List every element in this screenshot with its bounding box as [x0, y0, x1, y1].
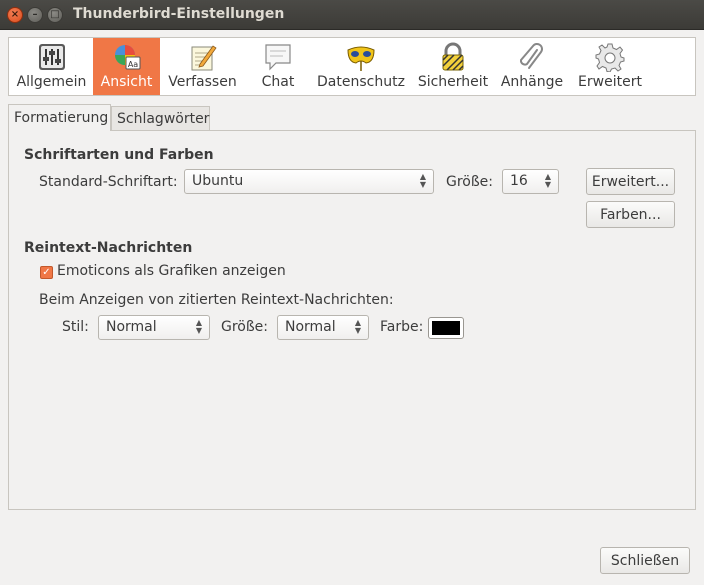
advanced-fonts-button[interactable]: Erweitert...	[586, 168, 675, 195]
mask-icon	[347, 46, 375, 71]
plaintext-heading: Reintext-Nachrichten	[24, 240, 193, 256]
formatting-panel: Schriftarten und Farben Standard-Schrift…	[8, 130, 696, 510]
spin-arrows-icon: ▲ ▼	[195, 318, 203, 335]
default-font-value: Ubuntu	[192, 173, 244, 189]
minimize-icon: –	[32, 9, 38, 20]
pane-label: Allgemein	[16, 74, 87, 90]
pane-verfassen[interactable]: Verfassen	[160, 38, 245, 95]
pane-sicherheit[interactable]: Sicherheit	[411, 38, 495, 95]
pane-label: Erweitert	[578, 74, 642, 90]
sliders-icon	[38, 44, 65, 70]
gear-icon	[595, 43, 625, 72]
close-button[interactable]: Schließen	[600, 547, 690, 574]
pane-chat[interactable]: Chat	[245, 38, 311, 95]
pane-label: Verfassen	[168, 74, 237, 90]
preferences-toolbar: Allgemein Aa Ansicht Verfassen Chat Date…	[8, 37, 696, 96]
pane-label: Ansicht	[100, 74, 153, 90]
tab-formatierung[interactable]: Formatierung	[8, 104, 111, 131]
spin-arrows-icon: ▲ ▼	[354, 318, 362, 335]
quote-size-label: Größe:	[221, 319, 269, 335]
emoticons-label: Emoticons als Grafiken anzeigen	[57, 263, 286, 279]
default-font-label: Standard-Schriftart:	[39, 174, 178, 190]
svg-text:Aa: Aa	[127, 60, 137, 69]
close-icon: ×	[10, 9, 20, 20]
speech-bubble-icon	[265, 44, 291, 71]
quoted-messages-label: Beim Anzeigen von zitierten Reintext-Nac…	[39, 292, 394, 308]
pane-label: Datenschutz	[317, 74, 405, 90]
minimize-window-button[interactable]: –	[27, 7, 43, 23]
spin-arrows-icon: ▲ ▼	[419, 172, 427, 189]
default-font-select[interactable]: Ubuntu ▲ ▼	[184, 169, 434, 194]
pane-anhaenge[interactable]: Anhänge	[495, 38, 569, 95]
pane-label: Anhänge	[500, 74, 564, 90]
quote-style-label: Stil:	[62, 319, 89, 335]
pane-label: Chat	[261, 74, 295, 90]
font-size-select[interactable]: 16 ▲ ▼	[502, 169, 559, 194]
window-title: Thunderbird-Einstellungen	[73, 6, 285, 22]
pane-allgemein[interactable]: Allgemein	[10, 38, 93, 95]
spin-arrows-icon: ▲ ▼	[544, 172, 552, 189]
preferences-window: × – □ Thunderbird-Einstellungen Allgemei…	[0, 0, 704, 585]
quote-color-picker[interactable]	[428, 317, 464, 339]
quote-style-select[interactable]: Normal ▲ ▼	[98, 315, 210, 340]
pane-erweitert[interactable]: Erweitert	[569, 38, 651, 95]
emoticons-checkbox[interactable]: ✓	[40, 266, 53, 279]
paperclip-icon	[519, 43, 543, 69]
pane-ansicht[interactable]: Aa Ansicht	[93, 38, 160, 95]
quote-size-value: Normal	[285, 319, 336, 335]
quote-style-value: Normal	[106, 319, 157, 335]
color-swatch	[432, 321, 460, 335]
notepad-pencil-icon	[191, 45, 217, 71]
pane-label: Sicherheit	[417, 74, 489, 90]
palette-icon: Aa	[114, 45, 140, 70]
fonts-colors-heading: Schriftarten und Farben	[24, 147, 214, 163]
maximize-icon: □	[50, 9, 60, 20]
maximize-window-button[interactable]: □	[47, 7, 63, 23]
title-bar[interactable]: × – □ Thunderbird-Einstellungen	[0, 0, 704, 30]
font-size-value: 16	[510, 173, 528, 189]
tab-schlagwoerter[interactable]: Schlagwörter	[111, 106, 210, 131]
pane-datenschutz[interactable]: Datenschutz	[311, 38, 411, 95]
close-window-button[interactable]: ×	[7, 7, 23, 23]
checkmark-icon: ✓	[42, 267, 51, 278]
quote-size-select[interactable]: Normal ▲ ▼	[277, 315, 369, 340]
padlock-icon	[442, 42, 464, 71]
font-size-label: Größe:	[446, 174, 494, 190]
colors-button[interactable]: Farben...	[586, 201, 675, 228]
quote-color-label: Farbe:	[380, 319, 424, 335]
